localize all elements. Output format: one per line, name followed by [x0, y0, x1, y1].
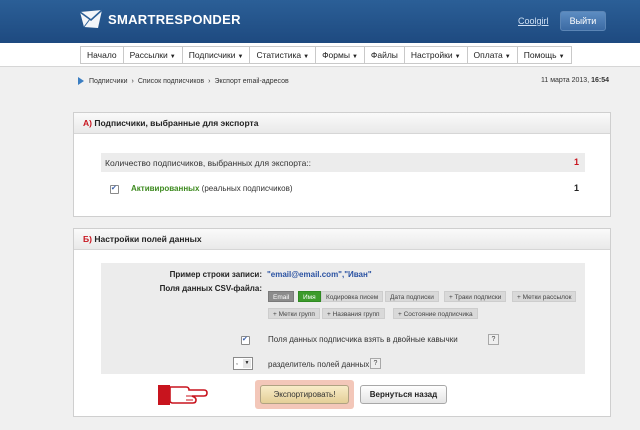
- breadcrumb-separator: ›: [208, 77, 211, 85]
- example-row-label: Пример строки записи:: [169, 270, 262, 279]
- nav-item-label: Помощь: [523, 50, 557, 60]
- pointing-hand-icon: [158, 385, 208, 405]
- nav-item[interactable]: Рассылки ▼: [122, 46, 182, 64]
- nav-item-label: Рассылки: [129, 50, 168, 60]
- caret-down-icon: ▼: [237, 54, 244, 60]
- brand-logo[interactable]: SMARTRESPONDER: [78, 8, 241, 30]
- current-date: 11 марта 2013,: [541, 77, 590, 84]
- nav-item[interactable]: Статистика ▼: [249, 46, 316, 64]
- username-link[interactable]: Coolgirl: [518, 16, 549, 26]
- selected-count-row: Количество подписчиков, выбранных для эк…: [101, 153, 585, 172]
- separator-help-icon[interactable]: ?: [370, 358, 381, 369]
- panel-header-b: Б) Настройки полей данных: [74, 229, 610, 250]
- csv-fields-label: Поля данных CSV-файла:: [159, 284, 262, 293]
- section-letter-a: А): [83, 118, 92, 128]
- section-title-a: Подписчики, выбранные для экспорта: [94, 118, 259, 128]
- panel-selected-subscribers: А) Подписчики, выбранные для экспорта Ко…: [73, 112, 611, 217]
- page: SMARTRESPONDER Coolgirl Выйти Начало Расс…: [0, 0, 640, 430]
- current-time: 16:54: [591, 77, 609, 84]
- current-datetime: 11 марта 2013, 16:54: [541, 77, 609, 84]
- chevron-down-icon: ▼: [243, 359, 251, 368]
- nav-item-label: Статистика: [256, 50, 302, 60]
- nav-item[interactable]: Настройки ▼: [403, 46, 467, 64]
- export-button[interactable]: Экспортировать!: [260, 385, 349, 404]
- breadcrumb: Подписчики › Список подписчиков › Экспор…: [78, 77, 289, 85]
- csv-field-tag[interactable]: + Метки групп: [268, 308, 320, 319]
- nav-item[interactable]: Файлы: [363, 46, 404, 64]
- nav-item[interactable]: Оплата ▼: [466, 46, 517, 64]
- nav-item-label: Оплата: [473, 50, 503, 60]
- separator-label: разделитель полей данных: [268, 360, 370, 369]
- caret-down-icon: ▼: [169, 54, 176, 60]
- nav-item-label: Подписчики: [188, 50, 236, 60]
- csv-field-tag[interactable]: + Метки рассылок: [512, 291, 577, 302]
- caret-down-icon: ▼: [303, 54, 310, 60]
- quotes-help-icon[interactable]: ?: [488, 334, 499, 345]
- brand-name: SMARTRESPONDER: [108, 11, 241, 27]
- csv-field-tag[interactable]: Имя: [298, 291, 321, 302]
- nav-item[interactable]: Помощь ▼: [516, 46, 572, 64]
- nav-item[interactable]: Подписчики ▼: [181, 46, 250, 64]
- caret-down-icon: ▼: [351, 54, 358, 60]
- csv-field-tag[interactable]: Кодировка писем: [321, 291, 384, 302]
- activated-label: Активированных (реальных подписчиков): [131, 184, 292, 193]
- activated-label-strong: Активированных: [131, 184, 200, 193]
- activated-count: 1: [573, 183, 579, 193]
- csv-field-tag[interactable]: Дата подписки: [385, 291, 439, 302]
- breadcrumb-item-subscribers[interactable]: Подписчики: [89, 78, 128, 85]
- envelope-logo-icon: [79, 9, 103, 28]
- caret-down-icon: ▼: [558, 54, 565, 60]
- activated-checkbox[interactable]: [110, 184, 119, 194]
- section-title-b: Настройки полей данных: [94, 234, 202, 244]
- breadcrumb-item-export: Экспорт email-адресов: [214, 77, 289, 85]
- breadcrumb-item-subscriber-list[interactable]: Список подписчиков: [138, 78, 204, 85]
- back-button[interactable]: Вернуться назад: [360, 385, 447, 404]
- example-row-value: "email@email.com","Иван": [267, 270, 372, 279]
- caret-down-icon: ▼: [454, 54, 461, 60]
- activated-label-note: (реальных подписчиков): [201, 184, 293, 193]
- separator-select[interactable]: , ▼: [233, 357, 253, 370]
- main-nav: Начало Рассылки ▼ Подписчики ▼ Статистика ▼ Фор…: [0, 43, 640, 67]
- csv-field-tag[interactable]: + Состояние подписчика: [393, 308, 478, 319]
- nav-item-label: Начало: [87, 50, 117, 60]
- activated-row: Активированных (реальных подписчиков) 1: [110, 183, 585, 199]
- logout-button[interactable]: Выйти: [560, 11, 606, 31]
- section-letter-b: Б): [83, 234, 92, 244]
- breadcrumb-separator: ›: [131, 77, 134, 85]
- export-button-highlight: Экспортировать!: [255, 380, 354, 409]
- caret-down-icon: ▼: [504, 54, 511, 60]
- data-fields-box: Пример строки записи: "email@email.com",…: [101, 263, 585, 374]
- separator-value: ,: [236, 359, 238, 366]
- nav-item[interactable]: Формы ▼: [315, 46, 364, 64]
- breadcrumb-arrow-icon: [78, 77, 84, 85]
- nav-item-label: Файлы: [370, 50, 398, 60]
- panel-header-a: А) Подписчики, выбранные для экспорта: [74, 113, 610, 134]
- header-bar: SMARTRESPONDER Coolgirl Выйти: [0, 0, 640, 43]
- selected-count-label: Количество подписчиков, выбранных для эк…: [105, 158, 312, 168]
- csv-field-tag[interactable]: Email: [268, 291, 295, 302]
- nav-menu: Начало Рассылки ▼ Подписчики ▼ Статистика ▼ Фор…: [80, 46, 572, 64]
- csv-field-tag[interactable]: + Названия групп: [322, 308, 385, 319]
- selected-count-value: 1: [573, 157, 579, 167]
- nav-item-label: Настройки: [410, 50, 453, 60]
- csv-field-tag[interactable]: + Траки подписки: [444, 291, 507, 302]
- quotes-checkbox[interactable]: [241, 335, 250, 345]
- quotes-label: Поля данных подписчика взять в двойные к…: [268, 335, 458, 344]
- nav-item-label: Формы: [322, 50, 350, 60]
- nav-item[interactable]: Начало: [80, 46, 123, 64]
